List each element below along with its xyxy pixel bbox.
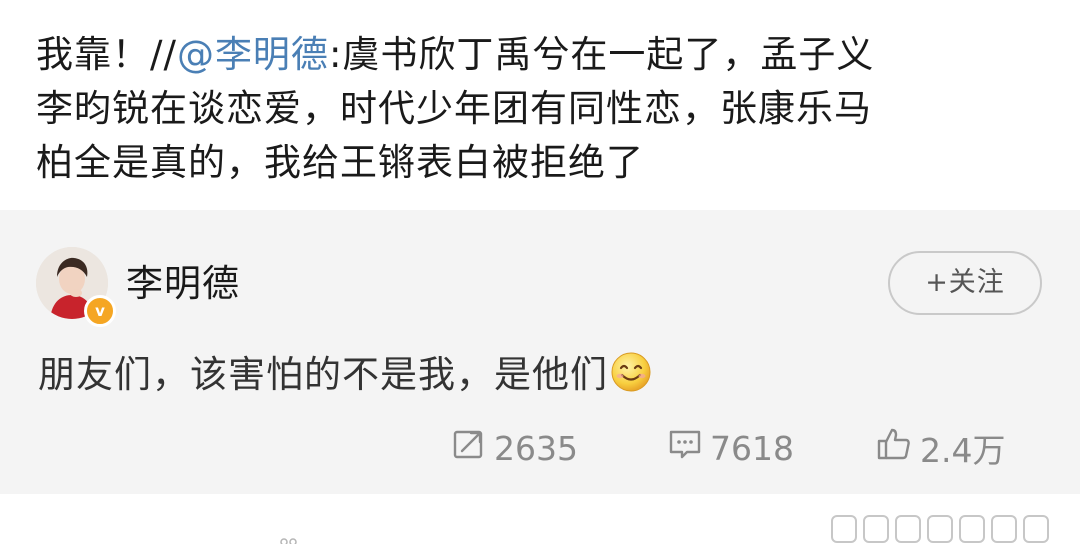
mention-link[interactable]: @李明德 bbox=[177, 33, 329, 76]
comment-action[interactable]: 7618 bbox=[668, 426, 794, 470]
partial-icon bbox=[280, 538, 297, 544]
follow-button[interactable]: +关注 bbox=[888, 251, 1042, 315]
post-text: 朋友们，该害怕的不是我，是他们 bbox=[38, 350, 652, 406]
bottom-area bbox=[0, 494, 1080, 544]
original-post-card[interactable]: v 李明德 +关注 朋友们，该害怕的不是我，是他们 2635 7618 2.4万 bbox=[0, 210, 1080, 494]
post-text-content: 朋友们，该害怕的不是我，是他们 bbox=[38, 353, 608, 396]
thumbs-up-icon bbox=[876, 426, 912, 470]
repost-line-3: 柏全是真的，我给王锵表白被拒绝了 bbox=[36, 141, 644, 184]
comment-icon bbox=[668, 427, 702, 469]
repost-line-1: 我靠！//@李明德:虞书欣丁禹兮在一起了，孟子义 bbox=[36, 28, 1046, 82]
repost-prefix: 我靠！// bbox=[36, 33, 177, 76]
weibo-post-screenshot: 我靠！//@李明德:虞书欣丁禹兮在一起了，孟子义 李昀锐在谈恋爱，时代少年团有同… bbox=[0, 0, 1080, 544]
repost-line-2: 李昀锐在谈恋爱，时代少年团有同性恋，张康乐马 bbox=[36, 87, 872, 130]
author-name[interactable]: 李明德 bbox=[126, 262, 240, 306]
repost-count: 2635 bbox=[494, 428, 578, 468]
like-count: 2.4万 bbox=[920, 431, 1006, 470]
verified-badge: v bbox=[84, 295, 116, 327]
repost-icon bbox=[452, 427, 486, 469]
repost-text: 我靠！//@李明德:虞书欣丁禹兮在一起了，孟子义 李昀锐在谈恋爱，时代少年团有同… bbox=[36, 28, 1046, 190]
like-action[interactable]: 2.4万 bbox=[876, 426, 1005, 470]
watermark-logo bbox=[830, 508, 1070, 544]
repost-action[interactable]: 2635 bbox=[452, 426, 578, 470]
smiling-face-icon bbox=[610, 351, 652, 406]
comment-count: 7618 bbox=[710, 428, 794, 468]
repost-line-1-rest: :虞书欣丁禹兮在一起了，孟子义 bbox=[328, 33, 875, 76]
